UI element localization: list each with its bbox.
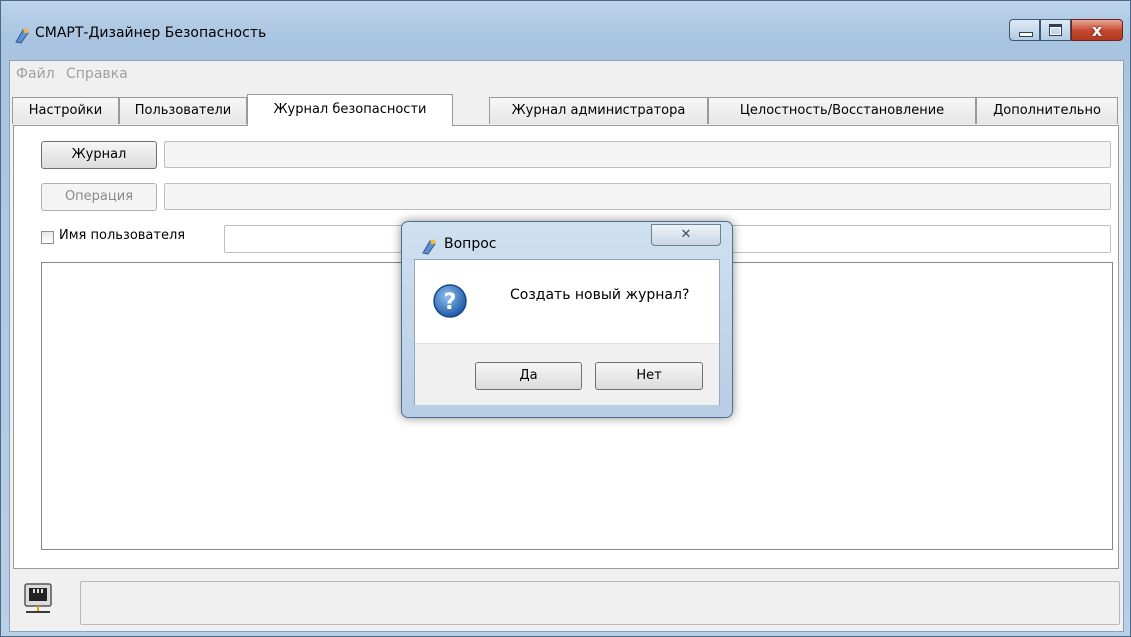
dialog-body: ? Создать новый журнал? Да Нет [414, 259, 720, 405]
network-connection-icon[interactable] [24, 583, 52, 615]
username-checkbox[interactable] [41, 231, 54, 244]
title-bar[interactable]: СМАРТ-Дизайнер Безопасность x [1, 1, 1130, 61]
operation-field[interactable] [164, 183, 1111, 210]
no-button[interactable]: Нет [595, 362, 703, 390]
close-icon: ✕ [680, 227, 692, 242]
status-text-field [80, 581, 1120, 625]
operation-button[interactable]: Операция [41, 183, 157, 211]
tab-label: Целостность/Восстановление [739, 103, 945, 118]
dialog-close-button[interactable]: ✕ [651, 224, 721, 246]
minimize-button[interactable] [1009, 19, 1040, 41]
tab-label: Журнал безопасности [273, 102, 427, 117]
menu-help[interactable]: Справка [66, 66, 128, 82]
username-checkbox-label: Имя пользователя [59, 228, 186, 243]
question-dialog: Вопрос ✕ ? Создать новый журнал? Да Нет [401, 221, 733, 418]
status-bar [10, 573, 1123, 631]
journal-path-field[interactable] [164, 141, 1111, 168]
menu-file[interactable]: Файл [16, 66, 55, 82]
maximize-button[interactable] [1040, 19, 1071, 41]
dialog-button-row: Да Нет [415, 343, 719, 405]
tab-admin-log[interactable]: Журнал администратора [489, 97, 708, 124]
maximize-icon [1049, 24, 1062, 36]
tab-additional[interactable]: Дополнительно [976, 97, 1118, 124]
tab-label: Настройки [28, 103, 103, 118]
svg-text:?: ? [444, 290, 457, 315]
tab-label: Журнал администратора [511, 103, 686, 118]
caption-buttons: x [1009, 19, 1123, 43]
dialog-message: Создать новый журнал? [510, 287, 690, 303]
tab-label: Дополнительно [993, 103, 1101, 118]
window-title: СМАРТ-Дизайнер Безопасность [35, 25, 267, 41]
menu-bar: Файл Справка [10, 61, 1123, 85]
tab-strip: Настройки Пользователи Журнал безопаснос… [10, 94, 1123, 126]
dialog-title: Вопрос [444, 236, 497, 252]
tab-users[interactable]: Пользователи [119, 97, 247, 124]
question-icon: ? [433, 284, 467, 318]
close-button[interactable]: x [1071, 19, 1123, 41]
tab-integrity-restore[interactable]: Целостность/Восстановление [708, 97, 976, 124]
app-logo-icon [15, 28, 29, 44]
close-icon: x [1091, 21, 1103, 40]
tab-settings[interactable]: Настройки [12, 97, 119, 124]
tab-security-log[interactable]: Журнал безопасности [247, 94, 453, 126]
tab-label: Пользователи [134, 103, 232, 118]
yes-button[interactable]: Да [475, 362, 582, 390]
minimize-icon [1019, 32, 1033, 37]
journal-button[interactable]: Журнал [41, 141, 157, 169]
app-logo-icon [422, 239, 436, 255]
